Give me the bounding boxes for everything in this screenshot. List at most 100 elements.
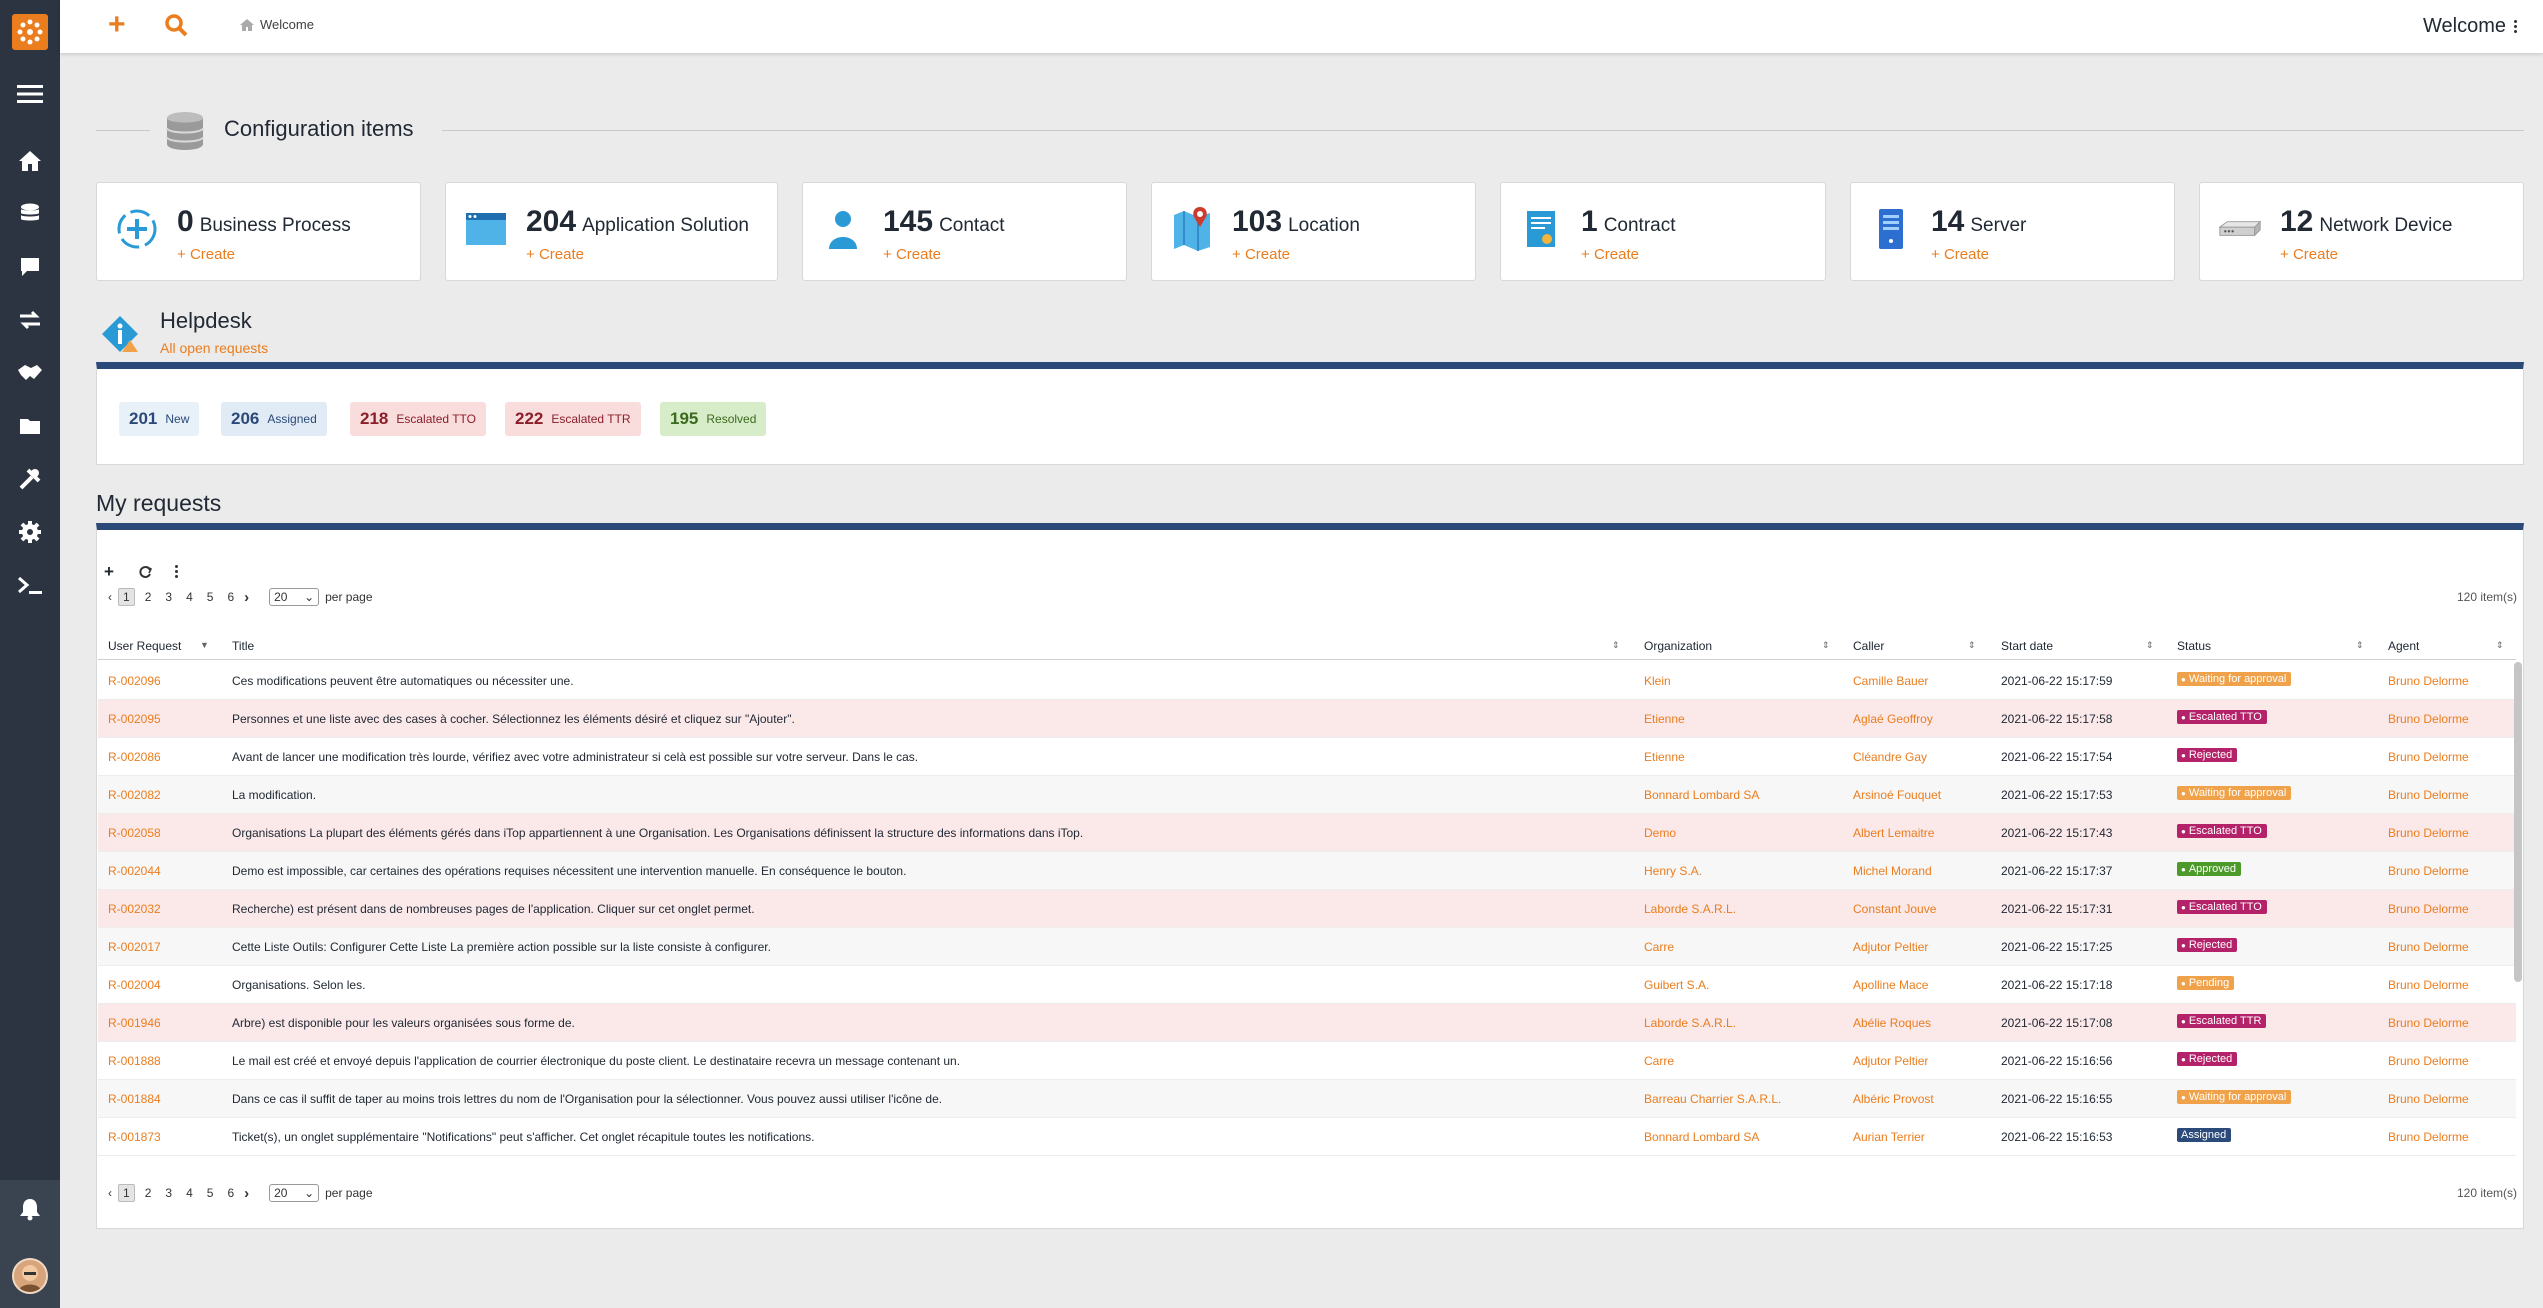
new-item-button[interactable]: + [108, 10, 126, 40]
badge-new[interactable]: 201 New [119, 402, 200, 436]
create-link[interactable]: + Create [526, 246, 584, 263]
table-row[interactable]: R-002095 Personnes et une liste avec des … [98, 700, 2516, 738]
chevron-left-icon[interactable]: ‹ [108, 590, 112, 604]
request-ref-link[interactable]: R-002032 [108, 902, 161, 916]
page-link[interactable]: 6 [223, 589, 238, 605]
badge-escalated-ttr[interactable]: 222 Escalated TTR [505, 402, 641, 436]
dashlet-network-device[interactable]: 12 Network Device + Create [2199, 182, 2524, 281]
request-ref-link[interactable]: R-002004 [108, 978, 161, 992]
transfer-icon[interactable] [14, 305, 46, 335]
sort-icon[interactable]: ⇕ [2496, 640, 2504, 651]
page-link[interactable]: 2 [141, 589, 156, 605]
agent-link[interactable]: Bruno Delorme [2388, 826, 2469, 840]
agent-link[interactable]: Bruno Delorme [2388, 1016, 2469, 1030]
table-row[interactable]: R-002096 Ces modifications peuvent être a… [98, 662, 2516, 700]
dashlet-contract[interactable]: 1 Contract + Create [1500, 182, 1826, 281]
caller-link[interactable]: Michel Morand [1853, 864, 1932, 878]
refresh-icon[interactable] [138, 565, 152, 579]
user-menu[interactable]: Welcome [2423, 15, 2517, 38]
sort-icon[interactable]: ⇕ [2146, 640, 2154, 651]
table-row[interactable]: R-002017 Cette Liste Outils: Configurer C… [98, 928, 2516, 966]
scrollbar[interactable] [2514, 662, 2522, 982]
more-icon[interactable] [175, 565, 178, 578]
request-ref-link[interactable]: R-002086 [108, 750, 161, 764]
create-link[interactable]: + Create [1931, 246, 1989, 263]
caller-link[interactable]: Adjutor Peltier [1853, 940, 1928, 954]
page-link[interactable]: 3 [161, 1185, 176, 1201]
column-header[interactable]: Status [2177, 639, 2211, 653]
badge-resolved[interactable]: 195 Resolved [660, 402, 767, 436]
request-ref-link[interactable]: R-002058 [108, 826, 161, 840]
agent-link[interactable]: Bruno Delorme [2388, 978, 2469, 992]
breadcrumb[interactable]: Welcome [240, 17, 314, 32]
caller-link[interactable]: Abélie Roques [1853, 1016, 1931, 1030]
per-page-select[interactable]: 20 ⌄ [269, 1184, 320, 1202]
page-link[interactable]: 4 [182, 589, 197, 605]
organization-link[interactable]: Henry S.A. [1644, 864, 1702, 878]
sort-icon[interactable]: ⇕ [1612, 640, 1620, 651]
table-row[interactable]: R-001888 Le mail est créé et envoyé depui… [98, 1042, 2516, 1080]
organization-link[interactable]: Carre [1644, 940, 1674, 954]
home-icon[interactable] [14, 146, 46, 176]
page-link[interactable]: 5 [203, 589, 218, 605]
request-ref-link[interactable]: R-001873 [108, 1130, 161, 1144]
dashlet-application-solution[interactable]: 204 Application Solution + Create [445, 182, 778, 281]
request-ref-link[interactable]: R-002082 [108, 788, 161, 802]
page-link[interactable]: 2 [141, 1185, 156, 1201]
caller-link[interactable]: Cléandre Gay [1853, 750, 1927, 764]
agent-link[interactable]: Bruno Delorme [2388, 788, 2469, 802]
organization-link[interactable]: Bonnard Lombard SA [1644, 1130, 1759, 1144]
gear-icon[interactable] [14, 517, 46, 547]
create-link[interactable]: + Create [1232, 246, 1290, 263]
page-link[interactable]: 5 [203, 1185, 218, 1201]
dashlet-business-process[interactable]: 0 Business Process + Create [96, 182, 421, 281]
badge-escalated-tto[interactable]: 218 Escalated TTO [350, 402, 486, 436]
caller-link[interactable]: Adjutor Peltier [1853, 1054, 1928, 1068]
table-row[interactable]: R-002032 Recherche) est présent dans de n… [98, 890, 2516, 928]
organization-link[interactable]: Guibert S.A. [1644, 978, 1709, 992]
database-icon[interactable] [14, 199, 46, 229]
search-icon[interactable] [164, 13, 188, 40]
app-logo[interactable] [12, 14, 48, 50]
column-header[interactable]: Organization [1644, 639, 1712, 653]
bell-icon[interactable] [14, 1194, 46, 1224]
dashlet-location[interactable]: 103 Location + Create [1151, 182, 1476, 281]
table-row[interactable]: R-002058 Organisations La plupart des élé… [98, 814, 2516, 852]
agent-link[interactable]: Bruno Delorme [2388, 712, 2469, 726]
add-icon[interactable]: + [104, 562, 114, 582]
table-row[interactable]: R-001873 Ticket(s), un onglet supplémenta… [98, 1118, 2516, 1156]
column-header[interactable]: User Request [108, 639, 181, 653]
sort-desc-icon[interactable]: ▼ [200, 640, 209, 650]
caller-link[interactable]: Apolline Mace [1853, 978, 1928, 992]
request-ref-link[interactable]: R-002096 [108, 674, 161, 688]
table-row[interactable]: R-001946 Arbre) est disponible pour les v… [98, 1004, 2516, 1042]
sort-icon[interactable]: ⇕ [1822, 640, 1830, 651]
organization-link[interactable]: Carre [1644, 1054, 1674, 1068]
page-link[interactable]: 1 [118, 1184, 135, 1202]
table-row[interactable]: R-001884 Dans ce cas il suffit de taper a… [98, 1080, 2516, 1118]
agent-link[interactable]: Bruno Delorme [2388, 864, 2469, 878]
column-header[interactable]: Title [232, 639, 254, 653]
agent-link[interactable]: Bruno Delorme [2388, 940, 2469, 954]
menu-icon[interactable] [14, 79, 46, 109]
chevron-left-icon[interactable]: ‹ [108, 1186, 112, 1200]
agent-link[interactable]: Bruno Delorme [2388, 674, 2469, 688]
agent-link[interactable]: Bruno Delorme [2388, 1054, 2469, 1068]
handshake-icon[interactable] [14, 358, 46, 388]
page-link[interactable]: 6 [223, 1185, 238, 1201]
organization-link[interactable]: Demo [1644, 826, 1676, 840]
table-row[interactable]: R-002004 Organisations. Selon les. Guibert… [98, 966, 2516, 1004]
caller-link[interactable]: Albéric Provost [1853, 1092, 1934, 1106]
chevron-right-icon[interactable]: › [244, 589, 249, 606]
request-ref-link[interactable]: R-001888 [108, 1054, 161, 1068]
chevron-right-icon[interactable]: › [244, 1185, 249, 1202]
organization-link[interactable]: Etienne [1644, 750, 1685, 764]
per-page-select[interactable]: 20 ⌄ [269, 588, 320, 606]
caller-link[interactable]: Constant Jouve [1853, 902, 1936, 916]
request-ref-link[interactable]: R-002095 [108, 712, 161, 726]
tools-icon[interactable] [14, 464, 46, 494]
caller-link[interactable]: Arsinoé Fouquet [1853, 788, 1941, 802]
table-row[interactable]: R-002086 Avant de lancer une modification… [98, 738, 2516, 776]
organization-link[interactable]: Bonnard Lombard SA [1644, 788, 1759, 802]
badge-assigned[interactable]: 206 Assigned [221, 402, 327, 436]
